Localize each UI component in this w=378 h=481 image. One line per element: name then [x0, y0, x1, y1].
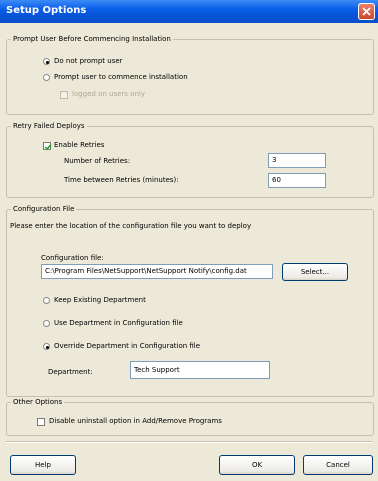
radio-prompt-user[interactable]: [43, 74, 50, 81]
radio-override-department-label: Override Department in Configuration fil…: [54, 342, 201, 350]
radio-prompt-user-label: Prompt user to commence installation: [54, 73, 188, 81]
retry-legend: Retry Failed Deploys: [13, 122, 85, 130]
checkmark-icon: [44, 144, 52, 151]
retry-interval-label: Time between Retries (minutes):: [64, 176, 179, 184]
select-file-button[interactable]: Select...: [282, 263, 348, 281]
close-icon: [362, 7, 371, 16]
radio-keep-department[interactable]: [43, 297, 50, 304]
radio-override-department[interactable]: [43, 343, 50, 350]
checkbox-logged-on-only-label: logged on users only: [72, 90, 145, 98]
checkbox-disable-uninstall[interactable]: [37, 418, 45, 426]
checkbox-enable-retries[interactable]: [43, 142, 52, 151]
configuration-file-label: Configuration file:: [41, 254, 104, 262]
prompt-user-legend: Prompt User Before Commencing Installati…: [13, 35, 171, 43]
retry-interval-input[interactable]: 60: [268, 173, 326, 188]
cancel-button[interactable]: Cancel: [303, 455, 373, 475]
checkbox-enable-retries-label: Enable Retries: [54, 141, 105, 149]
radio-do-not-prompt[interactable]: [43, 58, 50, 65]
close-button[interactable]: [358, 3, 375, 20]
title-bar[interactable]: Setup Options: [0, 0, 378, 23]
footer-separator: [6, 441, 372, 443]
radio-use-department-label: Use Department in Configuration file: [54, 319, 183, 327]
configuration-instruction: Please enter the location of the configu…: [10, 222, 252, 230]
checkbox-disable-uninstall-label: Disable uninstall option in Add/Remove P…: [49, 417, 222, 425]
configuration-file-input[interactable]: C:\Program Files\NetSupport\NetSupport N…: [41, 264, 273, 279]
other-options-legend: Other Options: [13, 398, 63, 406]
radio-use-department[interactable]: [43, 320, 50, 327]
retries-count-input[interactable]: 3: [268, 153, 326, 168]
department-input[interactable]: Tech Support: [130, 361, 270, 379]
retries-count-label: Number of Retries:: [64, 157, 131, 165]
ok-button[interactable]: OK: [219, 455, 295, 475]
radio-do-not-prompt-label: Do not prompt user: [54, 57, 123, 65]
department-label: Department:: [48, 368, 93, 376]
help-button[interactable]: Help: [10, 455, 76, 475]
radio-keep-department-label: Keep Existing Department: [54, 296, 146, 304]
configuration-file-legend: Configuration File: [13, 205, 75, 213]
window-title: Setup Options: [6, 5, 87, 16]
checkbox-logged-on-only[interactable]: [60, 91, 68, 99]
setup-options-dialog: Setup Options Prompt User Before Commenc…: [0, 0, 378, 481]
